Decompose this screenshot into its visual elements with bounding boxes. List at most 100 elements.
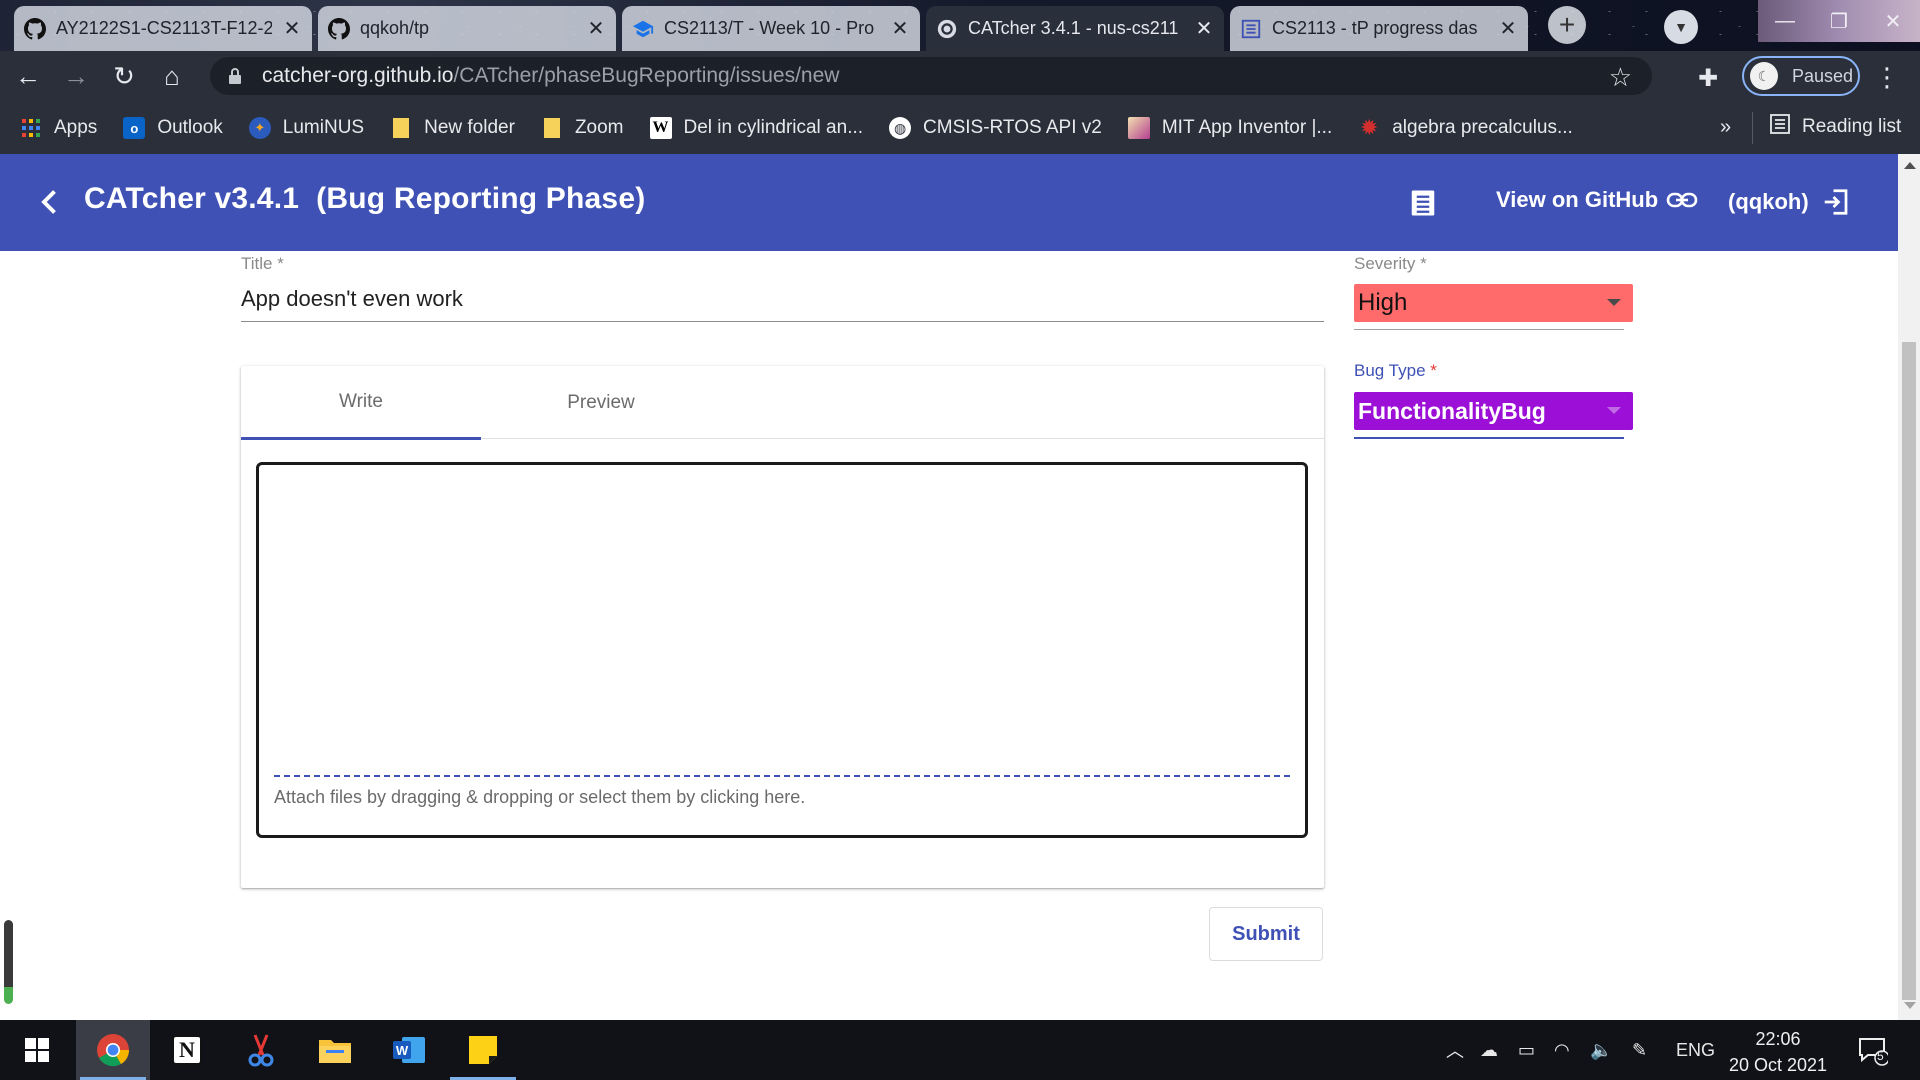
- browser-menu-icon[interactable]: ⋮: [1874, 62, 1900, 93]
- system-clock[interactable]: 22:06 20 Oct 2021: [1722, 1026, 1834, 1078]
- description-textarea[interactable]: Attach files by dragging & dropping or s…: [256, 462, 1308, 838]
- logout-button[interactable]: (qqkoh): [1728, 187, 1851, 217]
- bookmark-label: Outlook: [157, 117, 223, 138]
- maximize-icon[interactable]: ❐: [1812, 0, 1866, 42]
- bug-type-select[interactable]: FunctionalityBug: [1354, 392, 1633, 430]
- minimize-icon[interactable]: —: [1758, 0, 1812, 42]
- side-indicator: [4, 920, 13, 1004]
- bookmark-luminus[interactable]: ✦ LumiNUS: [248, 117, 364, 139]
- browser-tab[interactable]: qqkoh/tp ✕: [318, 6, 616, 51]
- app-title: CATcher v3.4.1 (Bug Reporting Phase): [84, 182, 646, 215]
- bookmark-new-folder[interactable]: New folder: [390, 117, 515, 139]
- back-chevron-icon[interactable]: [32, 184, 68, 220]
- title-label: Title *: [241, 254, 284, 274]
- close-tab-icon[interactable]: ✕: [586, 16, 606, 41]
- home-icon[interactable]: ⌂: [152, 57, 192, 97]
- required-marker: *: [1430, 361, 1437, 380]
- more-bookmarks-icon[interactable]: »: [1720, 116, 1731, 139]
- notification-center-icon[interactable]: 5: [1858, 1036, 1890, 1071]
- profile-button[interactable]: ☾ Paused: [1742, 56, 1860, 96]
- scrollbar-thumb[interactable]: [1902, 342, 1916, 1000]
- word-icon[interactable]: W: [372, 1020, 446, 1080]
- close-tab-icon[interactable]: ✕: [1498, 16, 1518, 41]
- bookmark-label: MIT App Inventor |...: [1161, 117, 1333, 138]
- view-on-github-button[interactable]: View on GitHub: [1496, 187, 1698, 213]
- bookmark-star-icon[interactable]: ☆: [1609, 62, 1632, 93]
- volume-icon[interactable]: 🔈: [1590, 1020, 1612, 1080]
- battery-icon[interactable]: ▭: [1518, 1020, 1535, 1080]
- tab-write[interactable]: Write: [241, 366, 481, 440]
- github-icon: [24, 17, 46, 40]
- reading-list-label: Reading list: [1802, 116, 1902, 137]
- show-hidden-icons[interactable]: ︿: [1446, 1020, 1464, 1080]
- folder-icon: [390, 117, 412, 139]
- file-explorer-icon[interactable]: [298, 1020, 372, 1080]
- attach-files-hint[interactable]: Attach files by dragging & dropping or s…: [274, 787, 805, 808]
- description-card: Write Preview Attach files by dragging &…: [241, 366, 1324, 888]
- close-tab-icon[interactable]: ✕: [1194, 16, 1214, 41]
- bookmark-cmsis[interactable]: ◍ CMSIS-RTOS API v2: [889, 117, 1102, 139]
- browser-tab-active[interactable]: CATcher 3.4.1 - nus-cs211 ✕: [926, 6, 1224, 51]
- reading-list-button[interactable]: Reading list: [1770, 114, 1901, 140]
- notion-icon[interactable]: N: [150, 1020, 224, 1080]
- page-scrollbar[interactable]: [1898, 154, 1920, 1020]
- browser-tabstrip: AY2122S1-CS2113T-F12-2 ✕ qqkoh/tp ✕ CS21…: [0, 0, 1920, 51]
- address-bar[interactable]: catcher-org.github.io/CATcher/phaseBugRe…: [210, 57, 1652, 95]
- editor-tabs: Write Preview: [241, 366, 1324, 440]
- bookmark-label: Del in cylindrical an...: [683, 117, 864, 138]
- submit-button[interactable]: Submit: [1209, 907, 1323, 961]
- bookmark-outlook[interactable]: o Outlook: [123, 117, 223, 139]
- close-window-icon[interactable]: ✕: [1866, 0, 1920, 42]
- title-input[interactable]: App doesn't even work: [241, 282, 1324, 322]
- bookmark-apps[interactable]: Apps: [20, 117, 97, 139]
- tab-search-icon[interactable]: ▼: [1664, 10, 1698, 44]
- pen-icon[interactable]: ✎: [1632, 1020, 1647, 1080]
- bookmark-app-inventor[interactable]: MIT App Inventor |...: [1127, 117, 1333, 139]
- browser-tab[interactable]: CS2113 - tP progress das ✕: [1230, 6, 1528, 51]
- tab-title: CS2113/T - Week 10 - Pro: [664, 18, 875, 38]
- window-controls: — ❐ ✕: [1758, 0, 1920, 42]
- bookmark-zoom[interactable]: Zoom: [541, 117, 624, 139]
- clock-date: 20 Oct 2021: [1728, 1055, 1828, 1075]
- close-tab-icon[interactable]: ✕: [282, 16, 302, 41]
- svg-text:W: W: [396, 1043, 409, 1058]
- bookmark-label: New folder: [424, 117, 515, 138]
- url-host: catcher-org.github.io: [262, 64, 454, 87]
- scroll-up-arrow-icon[interactable]: [1904, 162, 1916, 169]
- avatar: ☾: [1750, 62, 1778, 90]
- sticky-notes-icon[interactable]: [446, 1020, 520, 1080]
- bookmark-wikipedia[interactable]: W Del in cylindrical an...: [649, 117, 864, 139]
- app-inventor-icon: [1127, 117, 1150, 139]
- username: (qqkoh): [1728, 189, 1809, 214]
- input-language[interactable]: ENG: [1676, 1020, 1715, 1080]
- document-icon: [1240, 18, 1262, 40]
- title-label-text: Title: [241, 254, 273, 273]
- close-tab-icon[interactable]: ✕: [890, 16, 910, 41]
- wikipedia-icon: W: [649, 117, 672, 139]
- browser-tab[interactable]: CS2113/T - Week 10 - Pro ✕: [622, 6, 920, 51]
- severity-select[interactable]: High: [1354, 284, 1633, 322]
- browser-tab[interactable]: AY2122S1-CS2113T-F12-2 ✕: [14, 6, 312, 51]
- tab-title: CS2113 - tP progress das: [1272, 18, 1478, 38]
- reload-icon[interactable]: ↻: [104, 57, 144, 97]
- forward-arrow-icon[interactable]: →: [56, 57, 96, 97]
- document-list-icon[interactable]: [1408, 188, 1438, 218]
- scroll-down-arrow-icon[interactable]: [1904, 1002, 1916, 1009]
- tab-preview[interactable]: Preview: [481, 366, 721, 439]
- bug-type-value: FunctionalityBug: [1358, 397, 1546, 424]
- profile-status: Paused: [1792, 65, 1854, 86]
- severity-label: Severity *: [1354, 254, 1427, 274]
- new-tab-button[interactable]: +: [1548, 6, 1586, 44]
- severity-label-text: Severity: [1354, 254, 1416, 273]
- chrome-icon[interactable]: [76, 1020, 150, 1080]
- wifi-icon[interactable]: ◠: [1554, 1020, 1570, 1080]
- bookmark-math-se[interactable]: ✹ algebra precalculus...: [1358, 115, 1573, 140]
- back-arrow-icon[interactable]: ←: [8, 57, 48, 97]
- snipping-tool-icon[interactable]: [224, 1020, 298, 1080]
- bug-type-underline: [1354, 437, 1624, 439]
- extensions-puzzle-icon[interactable]: ✚: [1698, 64, 1718, 93]
- windows-start-icon[interactable]: [0, 1020, 74, 1080]
- onedrive-cloud-icon[interactable]: ☁: [1480, 1020, 1498, 1080]
- required-marker: *: [277, 254, 284, 273]
- bug-type-label: Bug Type *: [1354, 361, 1437, 381]
